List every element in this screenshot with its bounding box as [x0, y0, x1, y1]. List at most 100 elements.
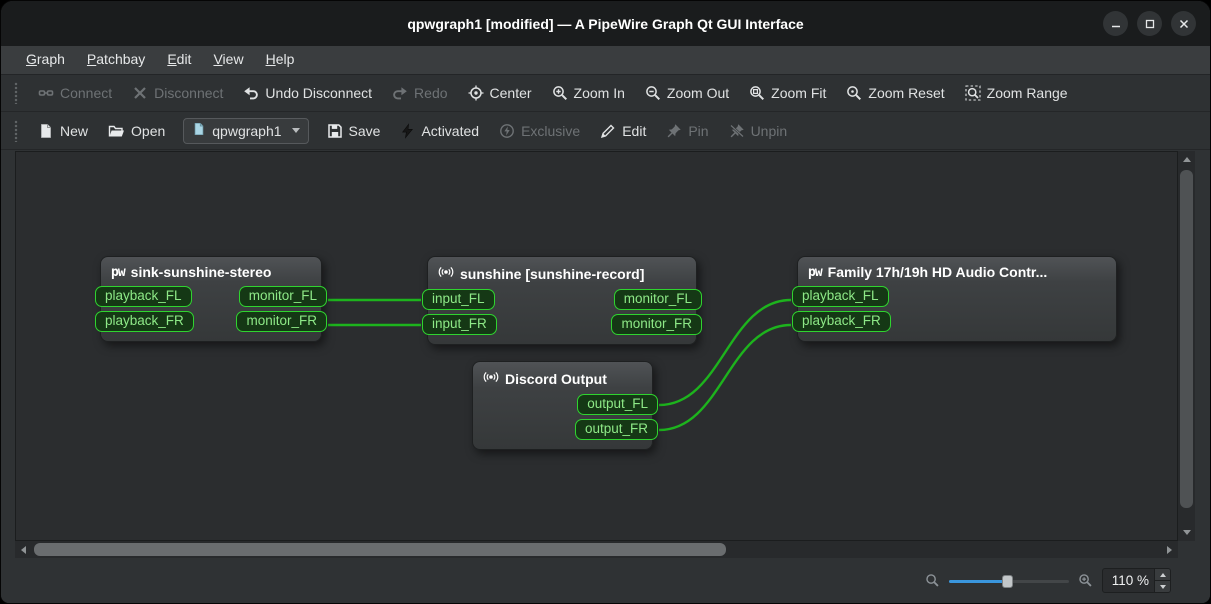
unpin-button[interactable]: Unpin [719, 119, 798, 143]
zoom-value[interactable]: 110 % [1103, 569, 1154, 592]
vertical-scroll-thumb[interactable] [1180, 170, 1193, 509]
exclusive-button[interactable]: Exclusive [489, 119, 590, 143]
zoom-spinbox[interactable]: 110 % [1102, 568, 1171, 593]
open-folder-icon [108, 123, 125, 139]
pin-label: Pin [688, 122, 709, 139]
node-title: sink-sunshine-stereo [130, 264, 272, 280]
menu-edit[interactable]: Edit [156, 46, 202, 74]
disconnect-button[interactable]: Disconnect [122, 81, 233, 105]
port-playback-FR[interactable]: playback_FR [95, 311, 194, 332]
menu-graph[interactable]: Graph [15, 46, 76, 74]
scroll-up-button[interactable] [1178, 151, 1195, 168]
patch-connections [328, 298, 792, 432]
node-sunshine-record[interactable]: sunshine [sunshine-record] input_FL inpu… [422, 256, 702, 345]
zoom-slider-handle[interactable] [1002, 574, 1013, 588]
zoom-fit-button[interactable]: Zoom Fit [739, 81, 836, 105]
monitor-speaker-icon [483, 369, 499, 388]
open-button[interactable]: Open [98, 119, 175, 143]
session-file-icon [192, 122, 206, 139]
graph-workarea: pw sink-sunshine-stereo playback_FL play… [1, 150, 1210, 558]
scroll-down-icon [1182, 530, 1191, 535]
zoom-slider[interactable] [949, 574, 1069, 588]
save-button[interactable]: Save [317, 119, 391, 143]
scroll-left-button[interactable] [15, 541, 32, 558]
center-label: Center [489, 85, 532, 101]
zoom-in-button[interactable]: Zoom In [542, 81, 635, 105]
port-playback-FR[interactable]: playback_FR [792, 311, 891, 332]
unpin-label: Unpin [750, 122, 788, 139]
pin-button[interactable]: Pin [656, 119, 718, 143]
zoom-slider-fill [949, 579, 1007, 583]
graph-canvas[interactable]: pw sink-sunshine-stereo playback_FL play… [15, 151, 1178, 541]
new-document-icon [38, 123, 54, 139]
scroll-right-button[interactable] [1161, 541, 1178, 558]
zoom-spin-up-button[interactable] [1155, 569, 1170, 580]
toolbar-drag-handle[interactable] [13, 119, 19, 142]
port-monitor-FR[interactable]: monitor_FR [611, 314, 702, 335]
undo-disconnect-button[interactable]: Undo Disconnect [233, 81, 382, 105]
node-title: sunshine [sunshine-record] [460, 265, 645, 282]
port-input-FL[interactable]: input_FL [422, 289, 495, 310]
redo-button[interactable]: Redo [382, 81, 457, 105]
menu-help[interactable]: Help [255, 46, 306, 74]
save-icon [327, 123, 343, 139]
zoom-fit-label: Zoom Fit [771, 85, 827, 101]
horizontal-scrollbar[interactable] [15, 541, 1178, 558]
connect-label: Connect [60, 85, 113, 101]
node-discord-output[interactable]: Discord Output output_FL output_FR [472, 361, 658, 450]
graph-toolbar: Connect Disconnect Undo Disconnect Redo [1, 75, 1210, 112]
vertical-scroll-track[interactable] [1178, 168, 1195, 524]
zoom-in-icon [552, 85, 568, 101]
disconnect-label: Disconnect [154, 85, 224, 101]
close-button[interactable] [1171, 11, 1196, 36]
toolbar-drag-handle[interactable] [13, 82, 19, 104]
minimize-button[interactable] [1103, 11, 1128, 36]
node-header: Discord Output [473, 362, 652, 392]
activated-bolt-icon [400, 122, 415, 139]
port-monitor-FL[interactable]: monitor_FL [613, 289, 702, 310]
new-button[interactable]: New [28, 119, 98, 143]
maximize-icon [1145, 19, 1154, 28]
session-combo-value: qpwgraph1 [212, 122, 282, 139]
horizontal-scroll-track[interactable] [32, 541, 1161, 558]
port-playback-FL[interactable]: playback_FL [95, 286, 192, 307]
combo-caret-icon [291, 128, 300, 133]
zoom-out-small-icon[interactable] [925, 573, 940, 588]
zoom-reset-button[interactable]: Zoom Reset [836, 81, 954, 105]
scroll-down-button[interactable] [1178, 524, 1195, 541]
zoom-spin-down-button[interactable] [1155, 580, 1170, 592]
zoom-out-icon [645, 85, 661, 101]
node-sink-sunshine-stereo[interactable]: pw sink-sunshine-stereo playback_FL play… [95, 256, 327, 342]
undo-icon [243, 85, 259, 101]
horizontal-scroll-thumb[interactable] [34, 543, 726, 556]
scroll-left-icon [21, 545, 26, 554]
port-playback-FL[interactable]: playback_FL [792, 286, 889, 307]
menu-patchbay[interactable]: Patchbay [76, 46, 156, 74]
zoom-out-button[interactable]: Zoom Out [635, 81, 739, 105]
zoom-range-button[interactable]: Zoom Range [955, 81, 1078, 105]
zoom-range-icon [965, 85, 981, 101]
activated-button[interactable]: Activated [390, 119, 489, 143]
connect-button[interactable]: Connect [28, 81, 122, 105]
edit-button[interactable]: Edit [590, 119, 656, 143]
edit-pencil-icon [600, 123, 616, 139]
save-label: Save [348, 122, 381, 139]
titlebar[interactable]: qpwgraph1 [modified] — A PipeWire Graph … [1, 1, 1210, 46]
vertical-scrollbar[interactable] [1178, 151, 1195, 541]
minimize-icon [1111, 25, 1120, 27]
center-button[interactable]: Center [458, 81, 542, 105]
port-output-FL[interactable]: output_FL [577, 394, 658, 415]
port-input-FR[interactable]: input_FR [422, 314, 497, 335]
menu-view[interactable]: View [202, 46, 254, 74]
maximize-button[interactable] [1137, 11, 1162, 36]
zoom-reset-label: Zoom Reset [868, 85, 945, 101]
node-family-hd-audio[interactable]: pw Family 17h/19h HD Audio Contr... play… [792, 256, 1117, 342]
zoom-in-small-icon[interactable] [1078, 573, 1093, 588]
close-icon [1179, 19, 1188, 28]
session-combo[interactable]: qpwgraph1 [183, 117, 309, 144]
port-monitor-FR[interactable]: monitor_FR [236, 311, 327, 332]
window-title: qpwgraph1 [modified] — A PipeWire Graph … [407, 15, 804, 32]
statusbar: 110 % [1, 558, 1210, 603]
port-monitor-FL[interactable]: monitor_FL [238, 286, 327, 307]
port-output-FR[interactable]: output_FR [574, 419, 658, 440]
